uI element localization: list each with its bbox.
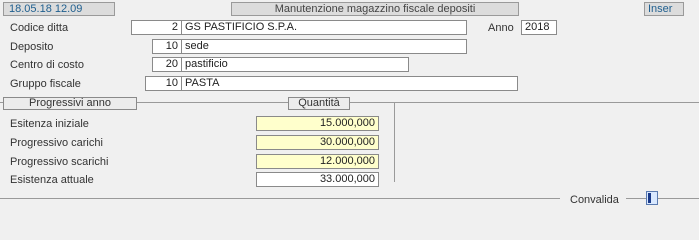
quantita-column-header: Quantità bbox=[288, 97, 350, 110]
mode-indicator: Inser bbox=[644, 2, 684, 16]
convalida-button[interactable] bbox=[646, 191, 658, 205]
gruppo-fiscale-code-field[interactable]: 10 bbox=[145, 76, 182, 91]
footer-divider-right bbox=[626, 198, 699, 199]
deposito-name-field[interactable]: sede bbox=[181, 39, 467, 54]
deposito-code-field[interactable]: 10 bbox=[152, 39, 182, 54]
anno-label: Anno bbox=[488, 22, 514, 34]
centro-di-costo-name-field[interactable]: pastificio bbox=[181, 57, 409, 72]
codice-ditta-code-field[interactable]: 2 bbox=[131, 20, 182, 35]
deposito-label: Deposito bbox=[10, 41, 54, 53]
gruppo-fiscale-name-field[interactable]: PASTA bbox=[181, 76, 518, 91]
codice-ditta-label: Codice ditta bbox=[10, 22, 69, 34]
esitenza-iniziale-label: Esitenza iniziale bbox=[10, 118, 89, 130]
progressivi-anno-header: Progressivi anno bbox=[3, 97, 137, 110]
centro-di-costo-label: Centro di costo bbox=[10, 59, 84, 71]
window-title: Manutenzione magazzino fiscale depositi bbox=[231, 2, 519, 16]
anno-field[interactable]: 2018 bbox=[521, 20, 557, 35]
esistenza-attuale-label: Esistenza attuale bbox=[10, 174, 94, 186]
column-divider bbox=[394, 102, 395, 182]
progressivo-scarichi-field[interactable]: 12.000,000 bbox=[256, 154, 379, 169]
progressivo-scarichi-label: Progressivo scarichi bbox=[10, 156, 109, 168]
datetime-display: 18.05.18 12.09 bbox=[3, 2, 115, 16]
progressivo-carichi-label: Progressivo carichi bbox=[10, 137, 103, 149]
convalida-label: Convalida bbox=[570, 194, 619, 206]
footer-divider bbox=[0, 198, 560, 199]
gruppo-fiscale-label: Gruppo fiscale bbox=[10, 78, 81, 90]
codice-ditta-name-field[interactable]: GS PASTIFICIO S.P.A. bbox=[181, 20, 467, 35]
progressivo-carichi-field[interactable]: 30.000,000 bbox=[256, 135, 379, 150]
centro-di-costo-code-field[interactable]: 20 bbox=[152, 57, 182, 72]
esitenza-iniziale-field[interactable]: 15.000,000 bbox=[256, 116, 379, 131]
esistenza-attuale-field: 33.000,000 bbox=[256, 172, 379, 187]
